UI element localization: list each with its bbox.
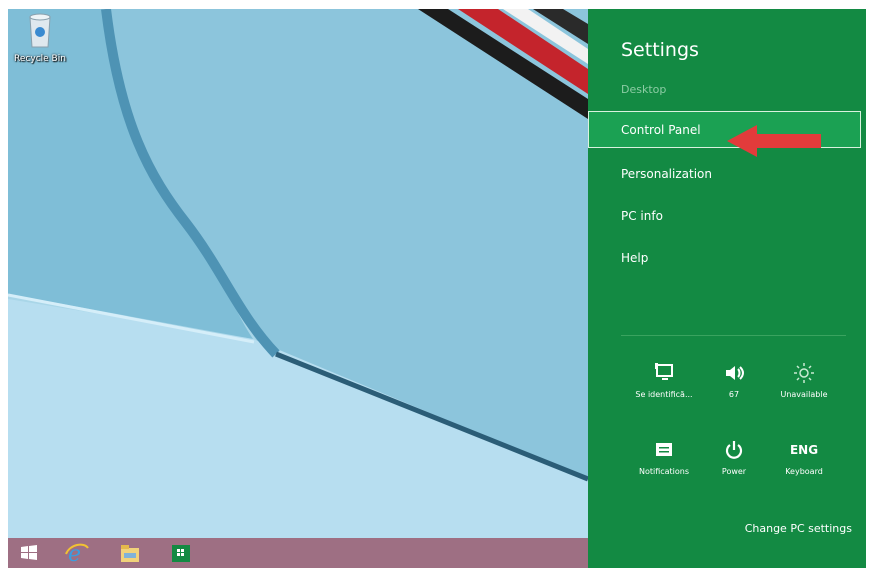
notifications-icon [656, 443, 672, 456]
brightness-label: Unavailable [780, 390, 828, 399]
keyboard-icon: ENG [789, 443, 819, 457]
store-button[interactable] [168, 540, 194, 566]
panel-subtitle: Desktop [621, 83, 667, 96]
start-icon [21, 545, 37, 560]
menu-item-label: Control Panel [621, 123, 701, 137]
volume-tile[interactable]: 67 [699, 360, 769, 399]
power-label: Power [721, 467, 747, 476]
power-icon [725, 441, 743, 459]
settings-charm-panel: Settings Desktop Control Panel Personali… [588, 9, 866, 568]
keyboard-label: Keyboard [785, 467, 823, 476]
desktop-wallpaper [8, 9, 588, 568]
internet-explorer-icon: e [65, 542, 89, 567]
menu-item-personalization[interactable]: Personalization [621, 167, 712, 181]
brightness-icon [794, 363, 814, 383]
brightness-tile[interactable]: Unavailable [769, 360, 839, 399]
menu-item-pc-info[interactable]: PC info [621, 209, 663, 223]
volume-icon [726, 366, 744, 380]
divider [621, 335, 846, 336]
desktop[interactable]: Recycle Bin e [8, 9, 588, 568]
change-pc-settings-link[interactable]: Change PC settings [745, 522, 852, 535]
notifications-tile[interactable]: Notifications [629, 437, 699, 476]
file-explorer-button[interactable] [117, 540, 143, 566]
panel-title: Settings [621, 39, 699, 61]
keyboard-tile[interactable]: ENG Keyboard [769, 437, 839, 476]
start-button[interactable] [16, 540, 42, 566]
store-icon [172, 545, 190, 562]
file-explorer-icon [121, 545, 139, 562]
annotation-arrow-icon [727, 125, 821, 157]
recycle-bin-icon [29, 13, 51, 48]
screenshot-frame: Recycle Bin e Settings Desktop Control P… [8, 9, 866, 568]
taskbar: e [8, 538, 588, 568]
volume-label: 67 [728, 390, 740, 399]
power-tile[interactable]: Power [699, 437, 769, 476]
network-label: Se identifică... [635, 390, 693, 399]
notifications-label: Notifications [638, 467, 690, 476]
recycle-bin[interactable]: Recycle Bin [10, 13, 70, 64]
recycle-bin-label: Recycle Bin [14, 54, 66, 64]
network-icon [655, 363, 673, 380]
network-tile[interactable]: Se identifică... [629, 360, 699, 399]
menu-item-help[interactable]: Help [621, 251, 648, 265]
internet-explorer-button[interactable]: e [64, 540, 90, 567]
